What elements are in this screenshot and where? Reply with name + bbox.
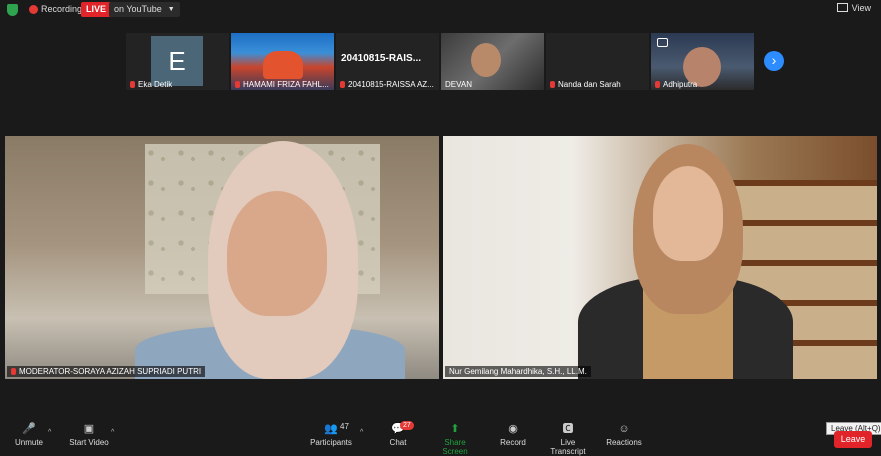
participant-name: Nanda dan Sarah (558, 80, 621, 89)
video-name-text: MODERATOR-SORAYA AZIZAH SUPRIADI PUTRI (19, 367, 202, 376)
mic-muted-icon (11, 368, 16, 375)
participants-label: Participants (310, 438, 352, 447)
mic-muted-icon: 🎤 (22, 423, 36, 435)
chevron-right-icon: › (771, 52, 777, 68)
participant-name: Eka Detik (138, 80, 173, 89)
participant-tile[interactable]: Nanda dan Sarah (546, 33, 649, 90)
participant-tile[interactable]: DEVAN (441, 33, 544, 90)
video-name-text: Nur Gemilang Mahardhika, S.H., LL.M. (449, 367, 587, 376)
participant-tile[interactable]: 20410815-RAIS... 20410815-RAISSA AZ... (336, 33, 439, 90)
unmute-button[interactable]: 🎤 Unmute (12, 423, 46, 447)
speaker-video-left[interactable]: MODERATOR-SORAYA AZIZAH SUPRIADI PUTRI (5, 136, 439, 379)
top-bar: Recording LIVE on YouTube ▼ View (0, 0, 881, 20)
leave-button[interactable]: Leave (834, 431, 872, 448)
participant-name: DEVAN (445, 80, 472, 89)
camera-icon (657, 38, 668, 47)
person-face (227, 191, 327, 316)
person-face (653, 166, 723, 261)
live-badge: LIVE (81, 2, 112, 17)
video-options-chevron-icon[interactable]: ^ (111, 429, 114, 436)
participant-strip: E Eka Detik HAMAMI FRIZA FAHL... 2041081… (126, 33, 756, 90)
video-feed (471, 43, 501, 77)
recording-icon (29, 5, 38, 14)
start-video-label: Start Video (69, 438, 109, 447)
closed-caption-icon: 🅲 (562, 423, 574, 435)
participant-name: HAMAMI FRIZA FAHL... (243, 80, 329, 89)
participant-tile[interactable]: HAMAMI FRIZA FAHL... (231, 33, 334, 90)
share-screen-icon: ⬆ (450, 423, 460, 435)
view-label: View (851, 3, 871, 13)
video-name-label: MODERATOR-SORAYA AZIZAH SUPRIADI PUTRI (7, 366, 206, 377)
speaker-video-right[interactable]: Nur Gemilang Mahardhika, S.H., LL.M. (443, 136, 877, 379)
record-label: Record (500, 438, 526, 447)
chevron-down-icon: ▼ (167, 6, 175, 13)
reactions-label: Reactions (606, 438, 642, 447)
meeting-toolbar: 🎤 Unmute ^ ▣ Start Video ^ 👥 47 Particip… (0, 420, 881, 456)
security-shield-icon[interactable] (7, 4, 18, 16)
participant-name: Adhiputra (663, 80, 698, 89)
share-screen-button[interactable]: ⬆ Share Screen (431, 423, 479, 456)
video-name-label: Nur Gemilang Mahardhika, S.H., LL.M. (445, 366, 591, 377)
chat-unread-badge: 27 (400, 421, 414, 430)
video-off-icon: ▣ (83, 423, 95, 435)
participant-name: 20410815-RAISSA AZ... (348, 80, 434, 89)
participants-options-chevron-icon[interactable]: ^ (360, 429, 363, 436)
mic-muted-icon (235, 81, 240, 88)
chat-button[interactable]: 💬 27 Chat (386, 421, 414, 447)
stream-platform-dropdown[interactable]: on YouTube ▼ (109, 2, 180, 17)
chat-label: Chat (389, 438, 407, 447)
unmute-label: Unmute (14, 438, 43, 447)
live-transcript-label: Live Transcript (550, 438, 586, 456)
live-transcript-button[interactable]: 🅲 Live Transcript (542, 423, 594, 456)
audio-options-chevron-icon[interactable]: ^ (48, 429, 51, 436)
recording-label: Recording (41, 4, 83, 14)
stream-platform-label: on YouTube (114, 4, 162, 14)
view-button[interactable]: View (836, 3, 871, 13)
mic-muted-icon (550, 81, 555, 88)
reactions-button[interactable]: ☺ Reactions (606, 423, 642, 447)
start-video-button[interactable]: ▣ Start Video (68, 423, 110, 447)
participant-tile[interactable]: E Eka Detik (126, 33, 229, 90)
next-page-button[interactable]: › (764, 51, 784, 71)
record-icon: ◉ (508, 423, 518, 435)
share-screen-label: Share Screen (442, 438, 468, 456)
participants-count: 47 (340, 422, 349, 431)
record-button[interactable]: ◉ Record (498, 423, 528, 447)
mic-muted-icon (340, 81, 345, 88)
reactions-icon: ☺ (618, 423, 630, 435)
mic-muted-icon (655, 81, 660, 88)
video-feed (263, 51, 303, 79)
participant-tile[interactable]: Adhiputra (651, 33, 754, 90)
avatar: E (151, 36, 203, 86)
participants-button[interactable]: 👥 47 Participants (308, 422, 354, 447)
participant-display-title: 20410815-RAIS... (341, 53, 422, 64)
mic-muted-icon (130, 81, 135, 88)
view-grid-icon (836, 3, 848, 12)
